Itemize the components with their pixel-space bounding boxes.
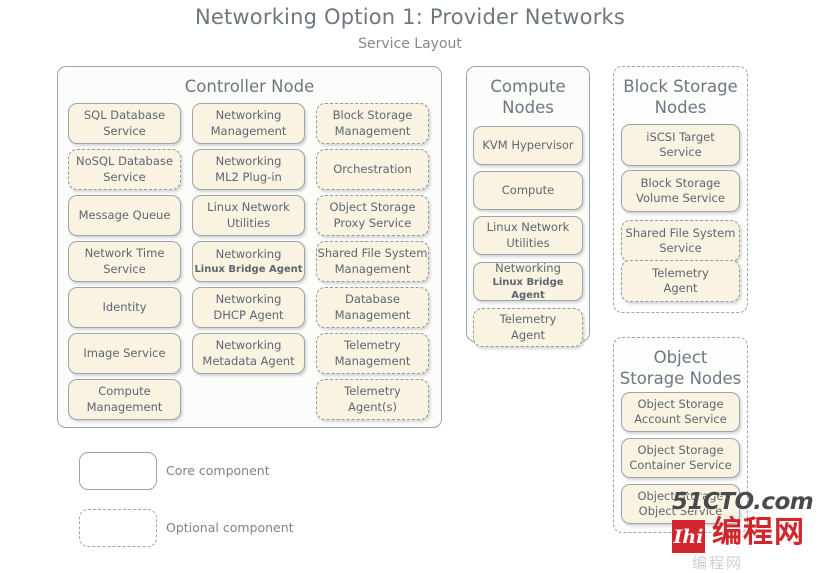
service-box-label: Linux Network Utilities (486, 220, 570, 250)
service-box-label: Telemetry Agent(s) (344, 384, 401, 414)
service-box-label: Shared File System Service (625, 225, 736, 255)
service-box-label: Networking ML2 Plug-in (215, 154, 282, 184)
service-box-telemetry-agent-s[interactable]: Telemetry Agent(s) (316, 379, 429, 420)
service-box-linux-network-utilities[interactable]: Linux Network Utilities (473, 216, 583, 255)
service-box-label: Network Time Service (84, 246, 165, 276)
service-box-label: Networking (495, 260, 561, 275)
service-box-label: Object Storage Object Service (637, 488, 724, 518)
service-box-database-management[interactable]: Database Management (316, 287, 429, 328)
service-box-object-storage-proxy-service[interactable]: Object Storage Proxy Service (316, 195, 429, 236)
service-box-label: iSCSI Target Service (646, 129, 715, 159)
service-box-label: Orchestration (333, 161, 412, 176)
service-box-label: Block Storage Management (332, 108, 413, 138)
service-box-label: Telemetry Management (334, 338, 411, 368)
group-block-storage-nodes-title: Block Storage Nodes (623, 77, 738, 118)
service-box-sublabel: Linux Bridge Agent (194, 263, 303, 275)
service-box-label: Telemetry Agent (499, 312, 557, 342)
service-box-message-queue[interactable]: Message Queue (68, 195, 181, 236)
service-box-label: Object Storage Proxy Service (329, 200, 416, 230)
service-box-networking-dhcp-agent[interactable]: Networking DHCP Agent (192, 287, 305, 328)
service-box-iscsi-target-service[interactable]: iSCSI Target Service (621, 124, 740, 166)
service-box-image-service[interactable]: Image Service (68, 333, 181, 374)
service-box-label: Compute (501, 182, 555, 197)
service-box-linux-network-utilities[interactable]: Linux Network Utilities (192, 195, 305, 236)
group-compute-nodes-title: Compute Nodes (490, 77, 566, 118)
service-box-label: Compute Management (86, 384, 163, 414)
service-box-networking-ml2-plug-in[interactable]: Networking ML2 Plug-in (192, 149, 305, 190)
service-box-object-storage-container-service[interactable]: Object Storage Container Service (621, 438, 740, 478)
service-box-object-storage-account-service[interactable]: Object Storage Account Service (621, 392, 740, 432)
service-box-label: SQL Database Service (83, 108, 166, 138)
service-box-orchestration[interactable]: Orchestration (316, 149, 429, 190)
group-object-storage-nodes-title: Object Storage Nodes (619, 348, 742, 389)
service-box-label: Identity (102, 299, 147, 314)
service-box-label: Linux Network Utilities (207, 200, 290, 230)
service-box-compute[interactable]: Compute (473, 171, 583, 210)
page-title: Networking Option 1: Provider Networks (194, 5, 626, 29)
service-box-telemetry-agent[interactable]: Telemetry Agent (473, 308, 583, 347)
legend-label-core: Core component (166, 463, 270, 478)
service-box-label: Shared File System Management (317, 246, 428, 276)
service-box-object-storage-object-service[interactable]: Object Storage Object Service (621, 484, 740, 524)
service-box-networking-linux-bridge-agent[interactable]: Networking Linux Bridge Agent (192, 241, 305, 282)
service-box-label: Object Storage Account Service (634, 396, 727, 426)
legend-swatch-core (79, 452, 157, 490)
service-box-label: Networking DHCP Agent (213, 292, 284, 322)
service-box-label: Object Storage Container Service (629, 442, 732, 472)
service-box-label: Database Management (334, 292, 411, 322)
service-box-shared-file-system-service[interactable]: Shared File System Service (621, 220, 740, 262)
service-box-kvm-hypervisor[interactable]: KVM Hypervisor (473, 126, 583, 165)
service-box-networking-metadata-agent[interactable]: Networking Metadata Agent (192, 333, 305, 374)
service-box-label: Image Service (83, 345, 166, 360)
service-box-label: Block Storage Volume Service (636, 175, 725, 205)
service-box-shared-file-system-management[interactable]: Shared File System Management (316, 241, 429, 282)
service-box-networking-management[interactable]: Networking Management (192, 103, 305, 144)
service-box-label: NoSQL Database Service (76, 154, 173, 184)
watermark-faint-text: 编程网 (692, 554, 744, 572)
service-box-sql-database-service[interactable]: SQL Database Service (68, 103, 181, 144)
service-box-telemetry-management[interactable]: Telemetry Management (316, 333, 429, 374)
legend-swatch-optional (79, 509, 157, 547)
service-box-networking-linux-bridge-agent[interactable]: Networking Linux Bridge Agent (473, 260, 583, 302)
service-box-label: Networking (215, 247, 282, 262)
service-box-network-time-service[interactable]: Network Time Service (68, 241, 181, 282)
service-box-compute-management[interactable]: Compute Management (68, 379, 181, 420)
service-box-identity[interactable]: Identity (68, 287, 181, 328)
service-box-label: Message Queue (78, 207, 171, 222)
service-box-nosql-database-service[interactable]: NoSQL Database Service (68, 149, 181, 190)
legend-label-optional: Optional component (166, 520, 294, 535)
service-box-block-storage-management[interactable]: Block Storage Management (316, 103, 429, 144)
service-box-telemetry-agent[interactable]: Telemetry Agent (621, 260, 740, 302)
service-box-label: Networking Metadata Agent (202, 338, 295, 368)
group-controller-node-title: Controller Node (184, 77, 315, 96)
page-subtitle: Service Layout (358, 36, 462, 52)
service-box-label: Networking Management (210, 108, 287, 138)
service-box-label: Telemetry Agent (652, 265, 709, 295)
service-box-block-storage-volume-service[interactable]: Block Storage Volume Service (621, 170, 740, 212)
service-box-label: KVM Hypervisor (482, 137, 574, 152)
service-box-sublabel: Linux Bridge Agent (492, 277, 564, 302)
